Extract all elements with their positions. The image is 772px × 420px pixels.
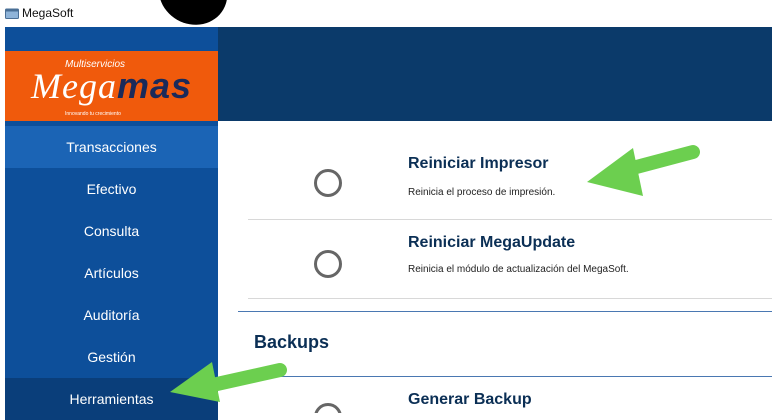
sidebar-item-label: Herramientas xyxy=(69,391,154,407)
green-arrow-annotation xyxy=(587,145,700,196)
sidebar-item-label: Gestión xyxy=(87,349,136,365)
window-title: MegaSoft xyxy=(22,6,74,20)
radio-circle-icon[interactable] xyxy=(314,403,342,413)
tool-title: Generar Backup xyxy=(408,391,532,408)
logo-tagline: Innovando tu crecimiento xyxy=(65,111,121,117)
divider xyxy=(248,298,772,299)
logo-brand: Megamas xyxy=(31,65,192,107)
logo-brand-first: Mega xyxy=(31,66,117,106)
tool-title: Reiniciar MegaUpdate xyxy=(408,234,576,251)
sidebar-item-articulos[interactable]: Artículos xyxy=(5,252,218,294)
sidebar-item-label: Artículos xyxy=(84,265,139,281)
sidebar-item-label: Transacciones xyxy=(66,139,157,155)
sidebar-item-auditoria[interactable]: Auditoría xyxy=(5,294,218,336)
section-divider xyxy=(238,376,772,377)
section-heading-backups: Backups xyxy=(254,332,330,352)
logo-brand-second: mas xyxy=(116,65,193,106)
logo: Multiservicios Megamas Innovando tu crec… xyxy=(5,51,218,121)
tool-item-reiniciar-megaupdate[interactable]: Reiniciar MegaUpdate Reinicia el módulo … xyxy=(218,219,772,307)
sidebar-item-efectivo[interactable]: Efectivo xyxy=(5,168,218,210)
window-title-bar: MegaSoft xyxy=(0,0,772,38)
sidebar-item-transacciones[interactable]: Transacciones xyxy=(5,126,218,168)
sidebar-item-label: Efectivo xyxy=(86,181,137,197)
sidebar-item-label: Auditoría xyxy=(83,307,140,323)
green-arrow-annotation xyxy=(170,362,287,402)
section-divider xyxy=(238,311,772,312)
header-band xyxy=(218,27,772,121)
app-window-icon xyxy=(5,8,19,19)
tool-description: Reinicia el proceso de impresión. xyxy=(408,187,556,198)
tool-title: Reiniciar Impresor xyxy=(408,155,549,172)
tool-description: Reinicia el módulo de actualización del … xyxy=(408,264,629,275)
radio-circle-icon[interactable] xyxy=(314,169,342,197)
tool-item-generar-backup[interactable]: Generar Backup xyxy=(218,379,772,413)
sidebar-item-label: Consulta xyxy=(83,223,140,239)
sidebar-item-consulta[interactable]: Consulta xyxy=(5,210,218,252)
sidebar: Multiservicios Megamas Innovando tu crec… xyxy=(5,27,218,420)
radio-circle-icon[interactable] xyxy=(314,250,342,278)
